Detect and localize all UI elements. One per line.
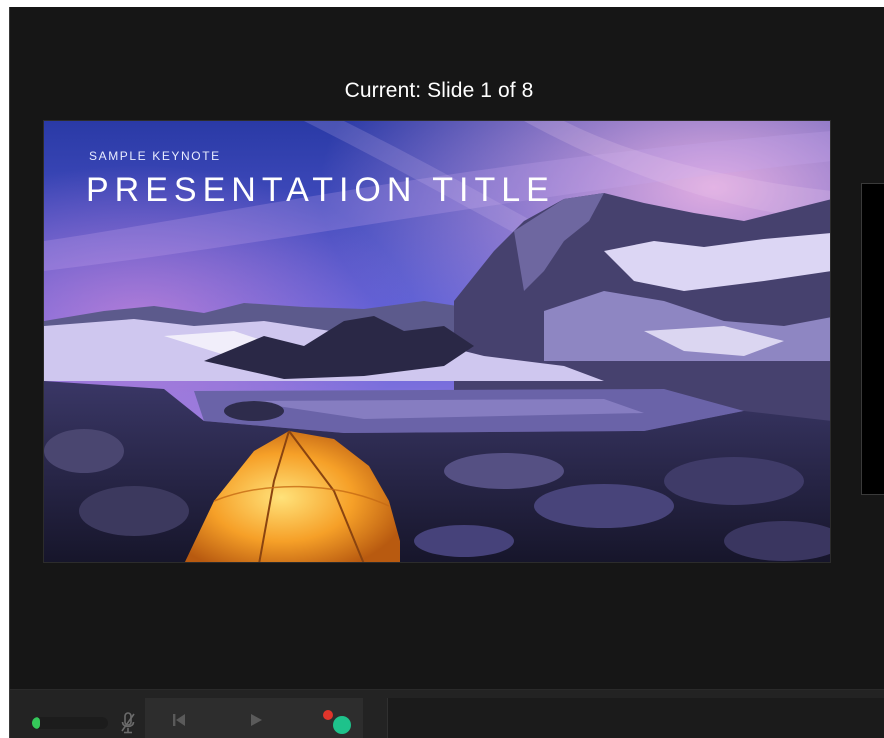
slide-indicator: Current: Slide 1 of 8 xyxy=(344,79,534,102)
slide-kicker-text: SAMPLE KEYNOTE xyxy=(89,149,221,163)
microphone-muted-icon xyxy=(121,712,135,734)
current-slide-preview: SAMPLE KEYNOTE PRESENTATION TITLE xyxy=(43,120,831,563)
play-button[interactable] xyxy=(246,708,266,732)
mute-microphone-button[interactable] xyxy=(119,711,137,735)
recording-transport-controls xyxy=(145,698,363,738)
presenter-window: Current: Slide 1 of 8 SAMPLE KEYNOTE PRE… xyxy=(9,7,884,738)
record-icon xyxy=(323,710,351,734)
play-icon xyxy=(251,714,262,726)
slide-title-text: PRESENTATION TITLE xyxy=(86,171,555,209)
previous-slide-button[interactable] xyxy=(169,708,189,732)
presenter-control-bar xyxy=(9,689,884,738)
record-button[interactable] xyxy=(320,708,356,734)
mic-level-meter xyxy=(32,717,108,729)
presenter-notes-area[interactable] xyxy=(387,698,884,738)
mic-level-fill xyxy=(32,717,40,729)
next-slide-preview xyxy=(861,183,884,495)
window-edge xyxy=(9,7,10,738)
previous-icon xyxy=(173,714,185,726)
